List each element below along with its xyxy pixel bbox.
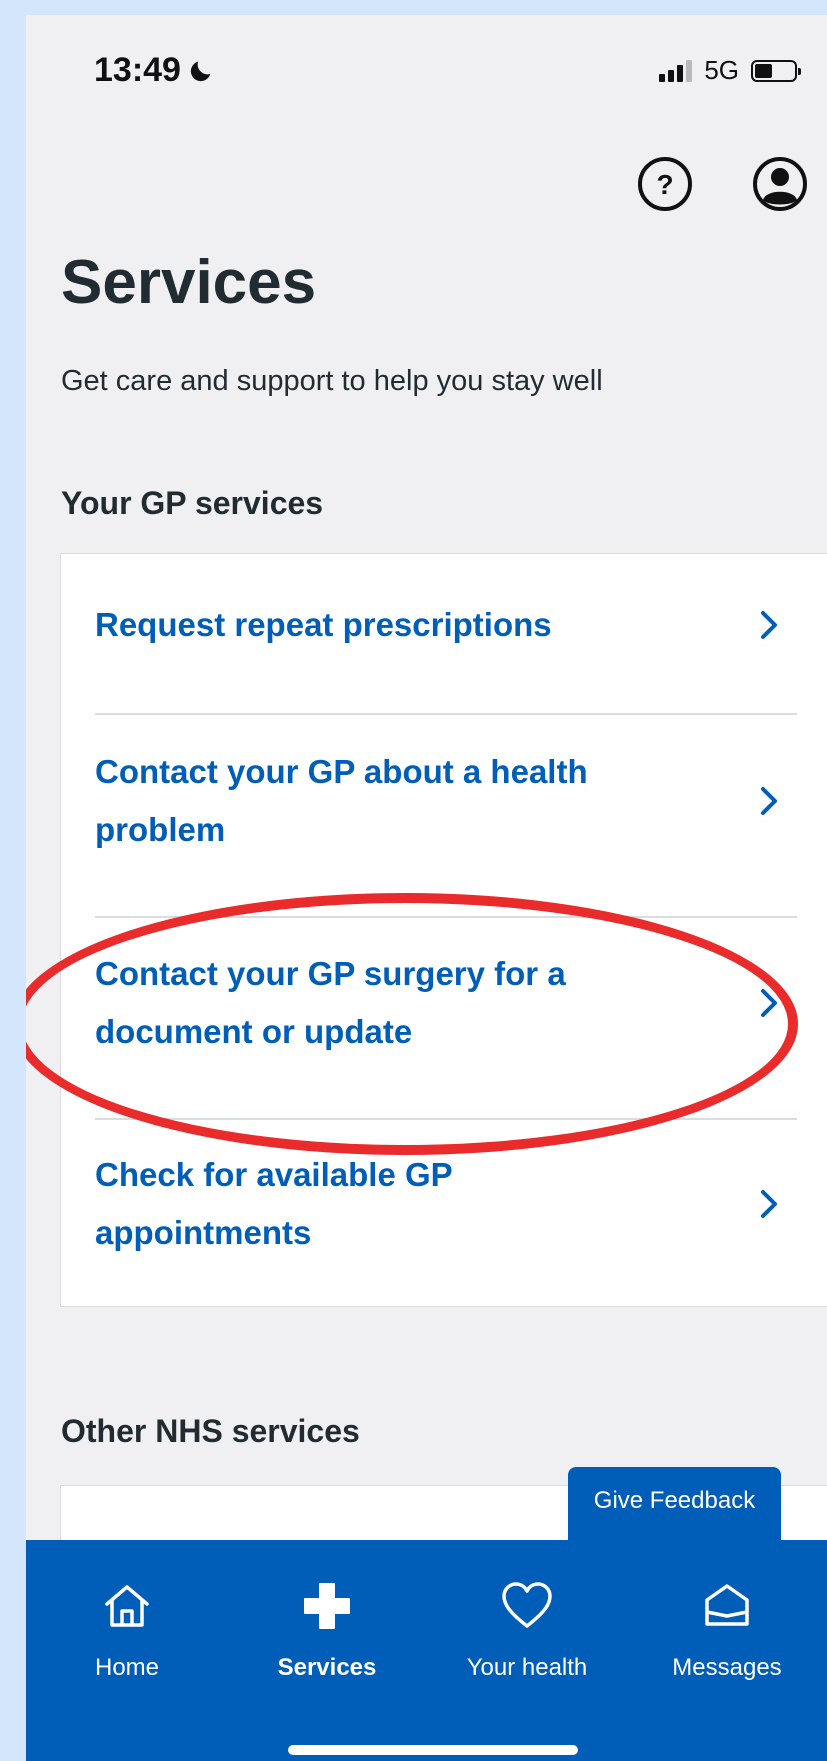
gp-services-card: Request repeat prescriptions Contact you… [60,553,827,1307]
bottom-navigation: Home Services Your health Messages [26,1540,827,1761]
service-label: Request repeat prescriptions [95,606,552,643]
plus-icon [304,1583,350,1629]
row-divider [95,713,797,715]
nav-item-home[interactable]: Home [27,1578,227,1682]
service-row-contact-gp-document[interactable]: Contact your GP surgery for a document o… [95,945,797,1061]
gp-services-heading: Your GP services [61,485,324,521]
nav-label: Services [277,1654,377,1681]
phone-screen: 13:49 5G ? Services Get care and support… [26,15,827,1761]
home-icon [105,1585,149,1627]
row-divider [95,1118,797,1120]
envelope-icon [705,1584,749,1626]
row-divider [95,916,797,918]
nav-item-services[interactable]: Services [227,1578,427,1682]
service-row-contact-gp-health-problem[interactable]: Contact your GP about a health problem [95,743,797,859]
account-icon[interactable] [751,155,809,213]
service-label: Contact your GP about a health problem [95,753,588,848]
nav-label: Messages [672,1654,782,1681]
service-label: Check for available GP appointments [95,1156,453,1251]
service-row-check-appointments[interactable]: Check for available GP appointments [95,1146,797,1262]
service-row-repeat-prescriptions[interactable]: Request repeat prescriptions [95,596,797,654]
status-indicators: 5G [659,55,801,86]
page-subtitle: Get care and support to help you stay we… [61,365,603,397]
svg-text:?: ? [656,169,673,200]
moon-icon [190,61,211,81]
battery-icon [751,59,801,82]
page-title: Services [61,248,317,317]
chevron-right-icon [761,787,777,815]
nav-item-your-health[interactable]: Your health [427,1578,627,1682]
home-indicator [288,1745,578,1755]
chevron-right-icon [761,1190,777,1218]
nav-item-messages[interactable]: Messages [627,1578,827,1682]
nav-label: Home [94,1654,160,1681]
heart-icon [502,1582,552,1628]
chevron-right-icon [761,989,777,1017]
help-icon[interactable]: ? [636,155,694,213]
chevron-right-icon [761,611,777,639]
signal-icon [659,59,693,82]
network-label: 5G [704,55,739,85]
clock-text: 13:49 [94,51,181,89]
give-feedback-button[interactable]: Give Feedback [568,1467,781,1547]
other-services-heading: Other NHS services [61,1413,360,1449]
service-label: Contact your GP surgery for a document o… [95,955,566,1050]
status-time: 13:49 [94,51,215,90]
nav-label: Your health [466,1654,588,1681]
